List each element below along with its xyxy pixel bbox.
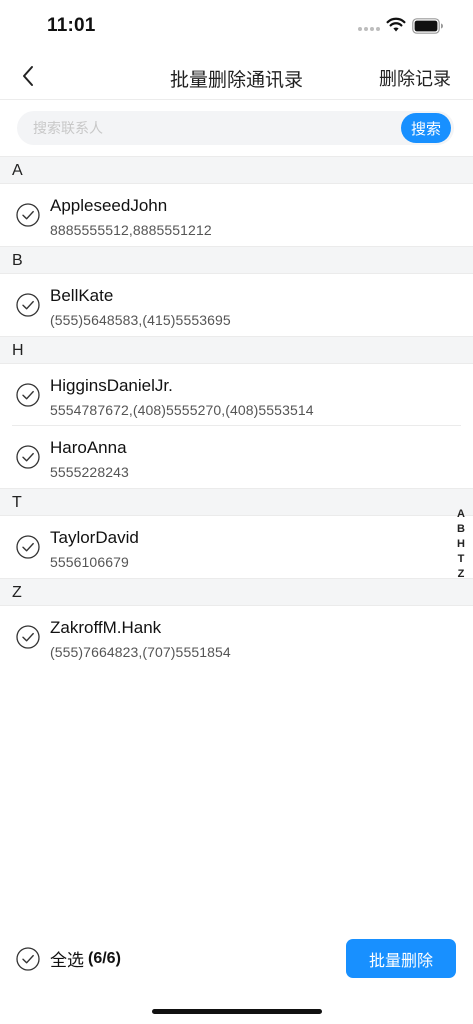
index-letter[interactable]: A bbox=[457, 507, 465, 522]
search-input[interactable] bbox=[33, 111, 393, 145]
contact-list: A AppleseedJohn 8885555512,8885551212 B Bell… bbox=[0, 156, 473, 668]
contact-phone: 5554787672,(408)5555270,(408)5553514 bbox=[50, 402, 314, 418]
check-circle-icon bbox=[16, 535, 40, 559]
battery-icon bbox=[412, 18, 443, 34]
wifi-icon bbox=[386, 17, 406, 32]
contact-phone: (555)5648583,(415)5553695 bbox=[50, 312, 231, 328]
contact-name: TaylorDavid bbox=[50, 528, 139, 547]
contact-row[interactable]: BellKate (555)5648583,(415)5553695 bbox=[0, 274, 473, 336]
contact-row[interactable]: TaylorDavid 5556106679 bbox=[0, 516, 473, 578]
check-circle-icon bbox=[16, 383, 40, 407]
contact-name: ZakroffM.Hank bbox=[50, 618, 162, 637]
status-bar: 11:01 bbox=[0, 0, 473, 52]
section-header: A bbox=[0, 156, 473, 184]
contact-row[interactable]: HaroAnna 5555228243 bbox=[0, 426, 473, 488]
contact-phone: (555)7664823,(707)5551854 bbox=[50, 644, 231, 660]
section-header: T bbox=[0, 488, 473, 516]
contact-phone: 8885555512,8885551212 bbox=[50, 222, 212, 238]
search-bar: 搜索 bbox=[17, 111, 454, 145]
contact-row[interactable]: HigginsDanielJr. 5554787672,(408)5555270,… bbox=[0, 364, 473, 426]
section-header: H bbox=[0, 336, 473, 364]
bottom-bar: 全选 (6/6) 批量删除 bbox=[0, 936, 473, 982]
select-all-label: 全选 bbox=[50, 951, 84, 970]
cellular-signal-icon bbox=[358, 27, 380, 31]
contact-row[interactable]: ZakroffM.Hank (555)7664823,(707)5551854 bbox=[0, 606, 473, 668]
status-time: 11:01 bbox=[47, 15, 96, 36]
contact-phone: 5555228243 bbox=[50, 464, 129, 480]
check-circle-icon bbox=[16, 946, 40, 971]
index-letter[interactable]: T bbox=[458, 552, 465, 567]
alphabet-index-bar: ABHTZ bbox=[454, 507, 468, 582]
search-button[interactable]: 搜索 bbox=[401, 113, 451, 143]
index-letter[interactable]: B bbox=[457, 522, 465, 537]
contact-name: HigginsDanielJr. bbox=[50, 376, 173, 395]
nav-bar: 批量删除通讯录 删除记录 bbox=[0, 52, 473, 100]
select-all-count: (6/6) bbox=[88, 949, 121, 967]
index-letter[interactable]: H bbox=[457, 537, 465, 552]
check-circle-icon bbox=[16, 293, 40, 317]
contact-phone: 5556106679 bbox=[50, 554, 129, 570]
contact-row[interactable]: AppleseedJohn 8885555512,8885551212 bbox=[0, 184, 473, 246]
delete-records-button[interactable]: 删除记录 bbox=[379, 65, 451, 91]
index-letter[interactable]: Z bbox=[458, 567, 465, 582]
check-circle-icon bbox=[16, 625, 40, 649]
section-header: Z bbox=[0, 578, 473, 606]
batch-delete-button[interactable]: 批量删除 bbox=[346, 939, 456, 978]
contact-name: HaroAnna bbox=[50, 438, 127, 457]
check-circle-icon bbox=[16, 445, 40, 469]
contact-name: AppleseedJohn bbox=[50, 196, 168, 215]
contact-name: BellKate bbox=[50, 286, 114, 305]
home-indicator bbox=[152, 1009, 322, 1014]
select-all-toggle[interactable]: 全选 (6/6) bbox=[16, 946, 121, 971]
check-circle-icon bbox=[16, 203, 40, 227]
section-header: B bbox=[0, 246, 473, 274]
